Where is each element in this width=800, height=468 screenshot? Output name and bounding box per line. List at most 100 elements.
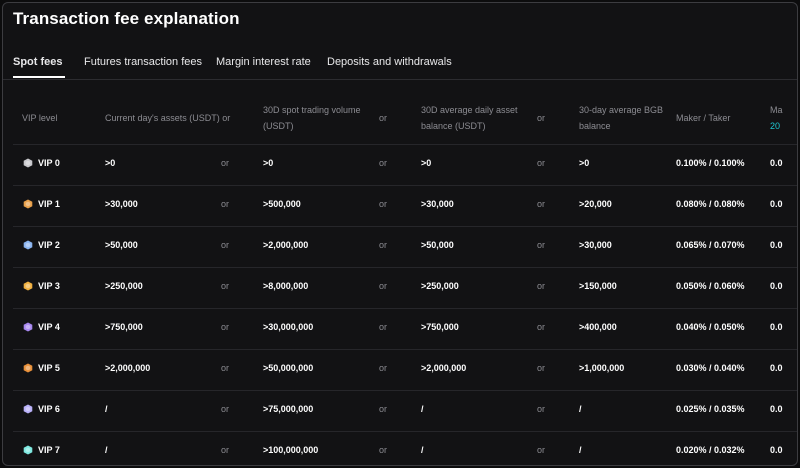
vip-badge-icon — [23, 363, 33, 373]
maker-taker-cell: 0.065% / 0.070% — [676, 240, 745, 250]
page-title: Transaction fee explanation — [13, 9, 240, 28]
vip-level-cell: VIP 6 — [23, 404, 60, 414]
vip-label: VIP 5 — [38, 363, 60, 373]
or-label: or — [379, 322, 388, 332]
vip-label: VIP 3 — [38, 281, 60, 291]
bgb-cell: >150,000 — [579, 281, 617, 291]
table-row: VIP 2 >50,000 or >2,000,000 or >50,000 or >30,0… — [13, 226, 797, 268]
active-tab-indicator — [13, 76, 65, 78]
partial-cell: 0.0 — [770, 158, 783, 168]
assets-cell: >50,000 — [105, 240, 138, 250]
or-label: or — [537, 404, 546, 414]
header-or: or — [537, 113, 546, 123]
volume-cell: >50,000,000 — [263, 363, 314, 373]
assets-cell: >750,000 — [105, 322, 143, 332]
vip-label: VIP 7 — [38, 445, 60, 455]
partial-cell: 0.0 — [770, 281, 783, 291]
or-label: or — [221, 445, 230, 455]
vip-badge-icon — [23, 322, 33, 332]
header-vip-level: VIP level — [22, 113, 58, 123]
partial-cell: 0.0 — [770, 445, 783, 455]
or-label: or — [221, 199, 230, 209]
or-label: or — [537, 445, 546, 455]
vip-label: VIP 2 — [38, 240, 60, 250]
or-label: or — [537, 363, 546, 373]
or-label: or — [221, 240, 230, 250]
tab-margin-interest-rate[interactable]: Margin interest rate — [216, 56, 311, 68]
or-label: or — [221, 281, 230, 291]
or-label: or — [379, 158, 388, 168]
header-avg-balance: 30D average daily asset balance (USDT) — [421, 105, 518, 131]
assets-cell: / — [105, 445, 108, 455]
or-label: or — [379, 240, 388, 250]
maker-taker-cell: 0.030% / 0.040% — [676, 363, 745, 373]
maker-taker-cell: 0.050% / 0.060% — [676, 281, 745, 291]
header-or: or — [379, 113, 388, 123]
vip-level-cell: VIP 7 — [23, 445, 60, 455]
avg-balance-cell: >250,000 — [421, 281, 459, 291]
vip-badge-icon — [23, 445, 33, 455]
vip-level-cell: VIP 3 — [23, 281, 60, 291]
vip-badge-icon — [23, 158, 33, 168]
or-label: or — [379, 363, 388, 373]
or-label: or — [221, 158, 230, 168]
partial-cell: 0.0 — [770, 404, 783, 414]
or-label: or — [221, 404, 230, 414]
table-row: VIP 0 >0 or >0 or >0 or >0 0.100% / 0.100% 0.0 — [13, 144, 797, 186]
partial-cell: 0.0 — [770, 240, 783, 250]
avg-balance-cell: >0 — [421, 158, 432, 168]
volume-cell: >30,000,000 — [263, 322, 314, 332]
vip-level-cell: VIP 5 — [23, 363, 60, 373]
or-label: or — [221, 322, 230, 332]
tab-deposits-and-withdrawals[interactable]: Deposits and withdrawals — [327, 56, 452, 68]
maker-taker-cell: 0.100% / 0.100% — [676, 158, 745, 168]
vip-badge-icon — [23, 281, 33, 291]
vip-level-cell: VIP 1 — [23, 199, 60, 209]
bgb-cell: >30,000 — [579, 240, 612, 250]
avg-balance-cell: / — [421, 404, 424, 414]
table-row: VIP 3 >250,000 or >8,000,000 or >250,000 or >15… — [13, 267, 797, 309]
bgb-cell: >0 — [579, 158, 590, 168]
vip-label: VIP 6 — [38, 404, 60, 414]
or-label: or — [537, 158, 546, 168]
vip-badge-icon — [23, 240, 33, 250]
partial-cell: 0.0 — [770, 199, 783, 209]
avg-balance-cell: >2,000,000 — [421, 363, 467, 373]
header-assets: Current day's assets (USDT) or — [105, 113, 231, 123]
fee-table: VIP level Current day's assets (USDT) or… — [13, 89, 797, 465]
or-label: or — [537, 199, 546, 209]
vip-level-cell: VIP 2 — [23, 240, 60, 250]
assets-cell: / — [105, 404, 108, 414]
maker-taker-cell: 0.040% / 0.050% — [676, 322, 745, 332]
volume-cell: >8,000,000 — [263, 281, 309, 291]
vip-label: VIP 1 — [38, 199, 60, 209]
volume-cell: >100,000,000 — [263, 445, 319, 455]
bgb-cell: >20,000 — [579, 199, 612, 209]
bgb-cell: >1,000,000 — [579, 363, 625, 373]
tab-futures-transaction-fees[interactable]: Futures transaction fees — [84, 56, 202, 68]
bgb-cell: / — [579, 404, 582, 414]
assets-cell: >0 — [105, 158, 116, 168]
vip-level-cell: VIP 0 — [23, 158, 60, 168]
avg-balance-cell: / — [421, 445, 424, 455]
table-row: VIP 6 / or >75,000,000 or / or / 0.025% / 0.035%… — [13, 390, 797, 432]
vip-label: VIP 0 — [38, 158, 60, 168]
tab-spot-fees[interactable]: Spot fees — [13, 56, 63, 68]
bgb-cell: / — [579, 445, 582, 455]
volume-cell: >75,000,000 — [263, 404, 314, 414]
vip-level-cell: VIP 4 — [23, 322, 60, 332]
or-label: or — [221, 363, 230, 373]
table-row: VIP 1 >30,000 or >500,000 or >30,000 or >20,000… — [13, 185, 797, 227]
or-label: or — [379, 281, 388, 291]
table-row: VIP 4 >750,000 or >30,000,000 or >750,000 or >4… — [13, 308, 797, 350]
vip-badge-icon — [23, 199, 33, 209]
avg-balance-cell: >750,000 — [421, 322, 459, 332]
assets-cell: >2,000,000 — [105, 363, 151, 373]
vip-label: VIP 4 — [38, 322, 60, 332]
avg-balance-cell: >30,000 — [421, 199, 454, 209]
table-header: VIP level Current day's assets (USDT) or… — [13, 89, 797, 144]
or-label: or — [379, 445, 388, 455]
bgb-cell: >400,000 — [579, 322, 617, 332]
maker-taker-cell: 0.080% / 0.080% — [676, 199, 745, 209]
or-label: or — [379, 199, 388, 209]
